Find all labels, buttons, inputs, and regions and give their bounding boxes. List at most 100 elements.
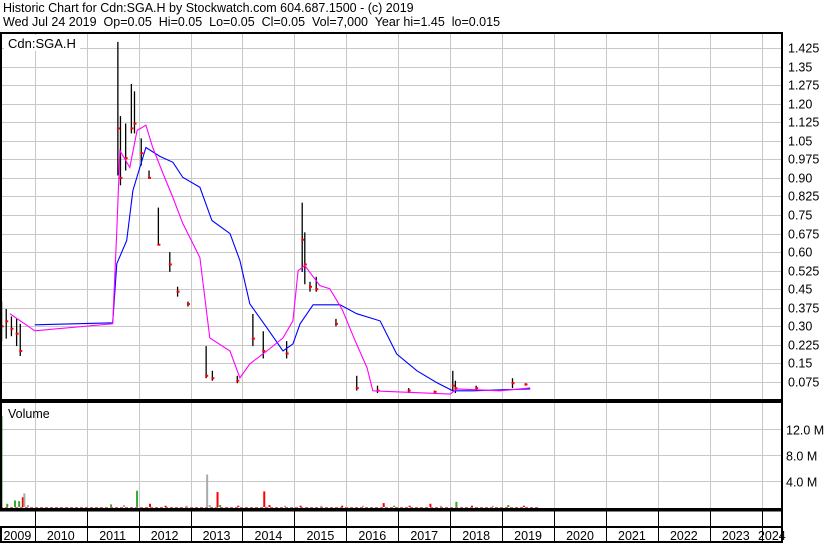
volume-bar xyxy=(219,505,222,507)
close-marker xyxy=(511,382,515,385)
close-marker xyxy=(433,390,437,393)
close-marker xyxy=(334,322,338,325)
volume-bar xyxy=(507,505,510,507)
volume-bar xyxy=(470,505,473,507)
volume-bar xyxy=(522,505,525,507)
volume-bar xyxy=(216,492,219,507)
long-moving-average-line xyxy=(34,146,531,392)
close-marker xyxy=(262,350,266,353)
x-tick-label: 2015 xyxy=(306,529,334,543)
close-marker xyxy=(301,238,305,241)
price-tick-label: 1.35 xyxy=(788,61,812,75)
price-tick-label: 0.525 xyxy=(788,265,819,279)
close-marker xyxy=(451,384,455,387)
volume-bar xyxy=(284,505,287,507)
x-tick-label: 2017 xyxy=(410,529,438,543)
x-tick-label: 2018 xyxy=(462,529,490,543)
x-tick-label: 2019 xyxy=(514,529,542,543)
volume-bar xyxy=(208,505,211,507)
price-tick-label: 0.675 xyxy=(788,228,819,242)
volume-bar xyxy=(408,505,411,507)
close-marker xyxy=(19,350,23,353)
volume-bar xyxy=(23,493,26,507)
close-marker xyxy=(140,152,144,155)
price-tick-label: 0.375 xyxy=(788,302,819,316)
x-tick-label: 2012 xyxy=(151,529,179,543)
volume-bar xyxy=(110,504,113,507)
close-marker xyxy=(524,383,528,386)
volume-bar xyxy=(6,503,9,507)
price-tick-label: 0.60 xyxy=(788,246,812,260)
price-tick-label: 0.30 xyxy=(788,320,812,334)
volume-bar xyxy=(149,503,152,507)
volume-bar xyxy=(14,500,17,507)
x-tick-label: 2021 xyxy=(618,529,646,543)
price-tick-label: 0.825 xyxy=(788,190,819,204)
volume-tick-label: 12.0 M xyxy=(786,424,824,438)
x-tick-label: 2013 xyxy=(203,529,231,543)
close-marker xyxy=(236,379,240,382)
close-marker xyxy=(186,303,190,306)
volume-bar xyxy=(382,503,385,507)
volume-bar xyxy=(185,505,188,507)
close-marker xyxy=(355,387,359,390)
price-tick-label: 0.45 xyxy=(788,283,812,297)
x-tick-label: 2010 xyxy=(47,529,75,543)
x-tick-label: 2016 xyxy=(358,529,386,543)
close-marker xyxy=(148,176,152,179)
close-marker xyxy=(205,374,209,377)
volume-bar xyxy=(18,501,21,507)
price-tick-label: 1.275 xyxy=(788,79,819,93)
price-tick-label: 1.125 xyxy=(788,116,819,130)
x-tick-label: 2009 xyxy=(3,529,31,543)
close-marker xyxy=(168,263,172,266)
close-marker xyxy=(5,320,9,323)
close-marker xyxy=(211,377,215,380)
x-tick-label: 2023 xyxy=(722,529,750,543)
close-marker xyxy=(15,332,19,335)
volume-bar xyxy=(206,474,209,507)
close-marker xyxy=(116,127,120,130)
volume-label: Volume xyxy=(8,407,50,421)
price-tick-label: 1.05 xyxy=(788,135,812,149)
volume-bar xyxy=(237,505,240,507)
close-marker xyxy=(303,263,307,266)
price-bars xyxy=(0,41,528,394)
x-tick-label: 2011 xyxy=(99,529,126,543)
volume-bar xyxy=(393,505,396,507)
close-marker xyxy=(133,122,137,125)
volume-bar xyxy=(439,505,442,507)
price-tick-label: 0.75 xyxy=(788,209,812,223)
close-marker xyxy=(10,327,14,330)
close-marker xyxy=(315,288,319,291)
x-tick-label: 2024 xyxy=(758,529,786,543)
volume-bar xyxy=(123,505,126,507)
price-tick-label: 1.425 xyxy=(788,42,819,56)
volume-tick-label: 8.0 M xyxy=(786,450,817,464)
price-tick-label: 0.075 xyxy=(788,376,819,390)
volume-bar xyxy=(361,505,364,507)
close-marker xyxy=(119,176,123,179)
close-marker xyxy=(407,389,411,392)
close-marker xyxy=(251,337,255,340)
x-tick-label: 2014 xyxy=(255,529,283,543)
volume-bar xyxy=(455,501,458,507)
volume-bar xyxy=(299,505,302,507)
volume-bar xyxy=(341,505,344,507)
close-marker xyxy=(308,285,312,288)
symbol-label: Cdn:SGA.H xyxy=(8,36,76,51)
close-marker xyxy=(157,243,161,246)
volume-bar xyxy=(429,503,432,507)
price-tick-label: 0.225 xyxy=(788,339,819,353)
price-tick-label: 0.90 xyxy=(788,172,812,186)
volume-bar xyxy=(491,505,494,507)
price-tick-label: 0.975 xyxy=(788,153,819,167)
x-tick-label: 2020 xyxy=(566,529,594,543)
volume-bar xyxy=(268,505,271,507)
close-marker xyxy=(285,352,289,355)
stock-chart-window: Historic Chart for Cdn:SGA.H by Stockwat… xyxy=(0,0,830,543)
volume-bar xyxy=(27,505,30,507)
close-marker xyxy=(130,127,134,130)
close-marker xyxy=(176,290,180,293)
volume-tick-label: 4.0 M xyxy=(786,476,817,490)
